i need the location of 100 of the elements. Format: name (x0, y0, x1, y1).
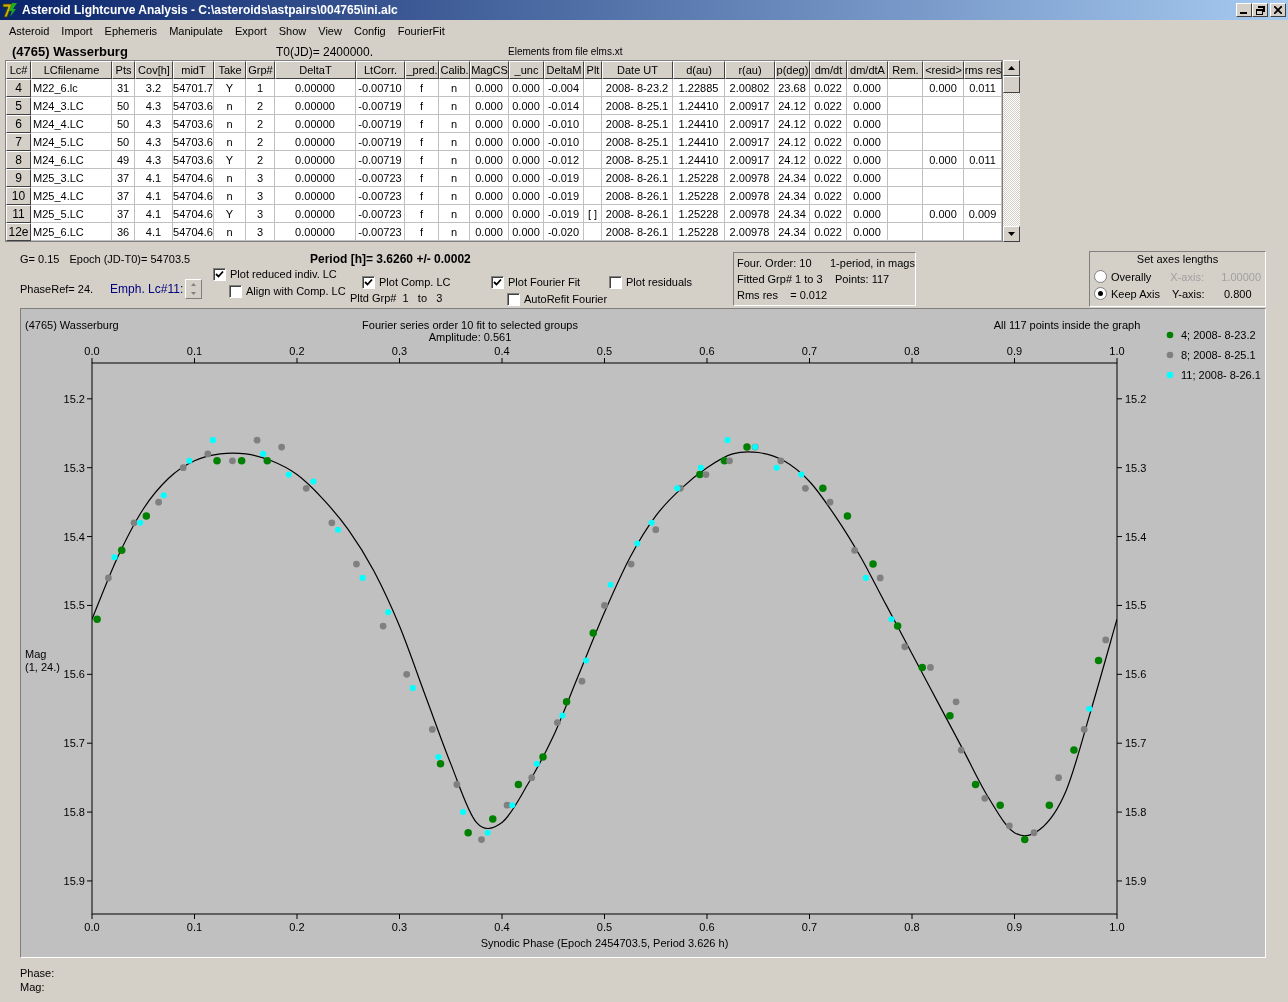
table-cell: 0.022 (810, 223, 847, 241)
table-cell: 3.2 (135, 79, 173, 97)
table-cell: 1.25228 (673, 223, 725, 241)
table-cell: 0.00000 (275, 79, 356, 97)
column-header[interactable]: Cov[h] (135, 61, 173, 79)
menu-item[interactable]: Import (55, 24, 99, 37)
period-label: Period [h]= 3.6260 +/- 0.0002 (310, 252, 472, 267)
column-header[interactable]: midT (173, 61, 214, 79)
column-header[interactable]: Date UT (602, 61, 673, 79)
column-header[interactable]: dm/dtA (847, 61, 888, 79)
column-header[interactable]: _pred. (405, 61, 439, 79)
column-header[interactable]: Calib. (439, 61, 470, 79)
table-cell: 2008- 8-25.1 (602, 115, 673, 133)
table-cell: Y (214, 151, 246, 169)
column-header[interactable]: Lc# (6, 61, 31, 79)
row-header-button[interactable]: 12e (6, 223, 31, 241)
menu-item[interactable]: Asteroid (3, 24, 56, 37)
column-header[interactable]: LtCorr. (356, 61, 405, 79)
table-cell: n (214, 97, 246, 115)
table-cell: 2008- 8-26.1 (602, 169, 673, 187)
table-cell: 0.022 (810, 79, 847, 97)
table-cell: 1.25228 (673, 169, 725, 187)
row-header-button[interactable]: 7 (6, 133, 31, 151)
menu-item[interactable]: Ephemeris (98, 24, 164, 37)
table-cell: 2.00978 (725, 187, 775, 205)
table-cell: 0.000 (923, 79, 964, 97)
table-cell: 1.22885 (673, 79, 725, 97)
checkbox[interactable]: Plot residuals (609, 275, 693, 289)
column-header[interactable]: p(deg) (775, 61, 810, 79)
menu-item[interactable]: Show (272, 24, 313, 37)
column-header[interactable]: Pts (112, 61, 135, 79)
row-header-button[interactable]: 10 (6, 187, 31, 205)
menu-item[interactable]: Export (228, 24, 273, 37)
table-cell: 4.1 (135, 187, 173, 205)
column-header[interactable]: d(au) (673, 61, 725, 79)
table-cell: 2008- 8-26.1 (602, 205, 673, 223)
tick-label: 0.7 (801, 921, 818, 933)
row-header-button[interactable]: 6 (6, 115, 31, 133)
row-header-button[interactable]: 8 (6, 151, 31, 169)
tick-label: 0.9 (1006, 345, 1023, 357)
row-header-button[interactable]: 5 (6, 97, 31, 115)
column-header[interactable]: rms res (964, 61, 1002, 79)
table-cell: -0.00723 (356, 187, 405, 205)
column-header[interactable]: Rem. (888, 61, 923, 79)
column-header[interactable]: Plt (584, 61, 602, 79)
column-header[interactable]: dm/dt (810, 61, 847, 79)
menu-item[interactable]: View (312, 24, 348, 37)
menu-item[interactable]: FourierFit (391, 24, 451, 37)
column-header[interactable]: Grp# (246, 61, 275, 79)
column-header[interactable]: _unc (509, 61, 544, 79)
table-cell: 1 (246, 79, 275, 97)
menu-item[interactable]: Manipulate (163, 24, 229, 37)
table-cell: M25_4.LC (31, 187, 112, 205)
table-cell: -0.019 (544, 187, 584, 205)
table-cell: Y (214, 79, 246, 97)
axis-title: Mag (25, 648, 47, 660)
column-header[interactable]: Take (214, 61, 246, 79)
table-cell: 0.000 (847, 151, 888, 169)
table-cell: 24.12 (775, 97, 810, 115)
fit-info-text: 1-period, in mags (830, 257, 915, 269)
checkbox[interactable]: Plot Fourier Fit (491, 275, 609, 289)
column-header[interactable]: r(au) (725, 61, 775, 79)
table-cell: n (439, 115, 470, 133)
column-header[interactable]: DeltaM (544, 61, 584, 79)
table-cell: f (405, 205, 439, 223)
table-cell: -0.019 (544, 205, 584, 223)
table-cell: M24_5.LC (31, 133, 112, 151)
table-cell: 0.000 (509, 97, 544, 115)
menu-item[interactable]: Config (347, 24, 392, 37)
checkbox[interactable]: Plot reduced indiv. LC (213, 267, 362, 281)
table-cell: 0.000 (923, 151, 964, 169)
column-header[interactable]: DeltaT (275, 61, 356, 79)
row-header-button[interactable]: 9 (6, 169, 31, 187)
axis-value: 0.800 (1224, 287, 1252, 300)
table-cell: 2008- 8-26.1 (602, 187, 673, 205)
radio-button[interactable]: Keep Axis (1094, 287, 1172, 300)
row-header-button[interactable]: 4 (6, 79, 31, 97)
row-header-button[interactable]: 11 (6, 205, 31, 223)
table-cell: f (405, 151, 439, 169)
column-header[interactable]: LCfilename (31, 61, 112, 79)
checkbox[interactable]: Plot Comp. LC (362, 275, 491, 289)
table-cell: 0.00000 (275, 187, 356, 205)
column-header[interactable]: MagCS (470, 61, 509, 79)
table-cell: 4.1 (135, 205, 173, 223)
legend-label: 8; 2008- 8-25.1 (1181, 349, 1256, 361)
column-header[interactable]: <resid> (923, 61, 964, 79)
table-cell: 24.34 (775, 223, 810, 241)
table-cell: M24_6.LC (31, 151, 112, 169)
table-cell: 4.1 (135, 169, 173, 187)
table-cell: 0.00000 (275, 223, 356, 241)
tick-label: 0.5 (596, 345, 613, 357)
table-cell: 50 (112, 133, 135, 151)
table-cell: 24.12 (775, 115, 810, 133)
tick-label: 0.3 (391, 345, 408, 357)
table-cell: -0.00719 (356, 97, 405, 115)
table-cell: 3 (246, 205, 275, 223)
table-cell: 50 (112, 97, 135, 115)
tick-label: 15.2 (63, 392, 85, 405)
tick-label: 15.5 (63, 599, 85, 612)
checkbox[interactable]: AutoRefit Fourier (507, 292, 609, 306)
